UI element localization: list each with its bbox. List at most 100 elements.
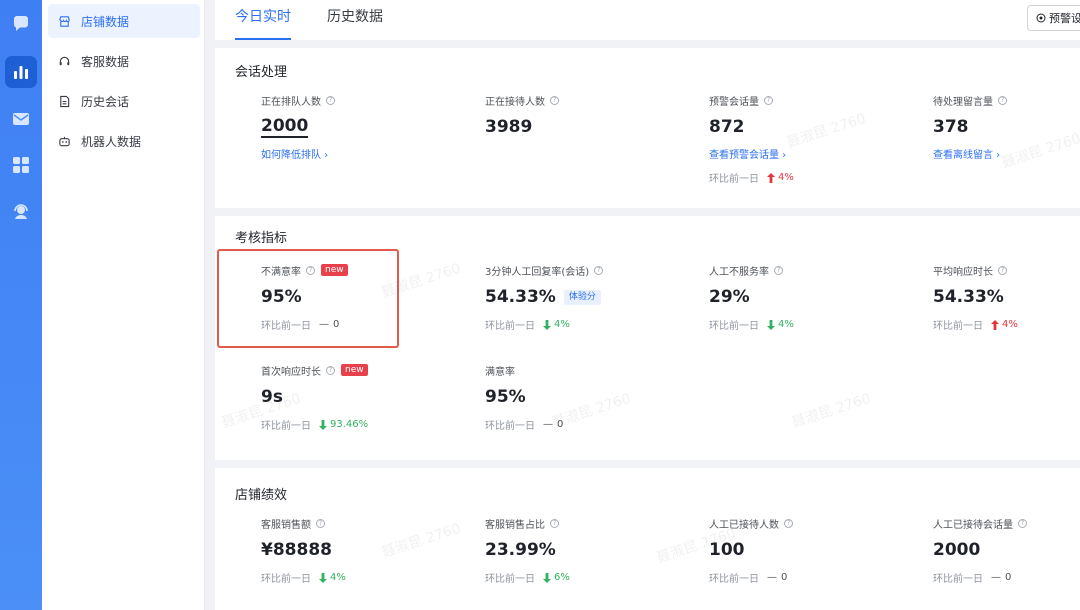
subnav-item-service-data[interactable]: 客服数据 (48, 44, 200, 78)
help-icon[interactable]: ? (326, 365, 335, 375)
metric-first-response-time: 首次响应时长? new 9s 环比前一日 93.46% (261, 363, 368, 432)
compare-label: 环比前一日 (485, 321, 535, 332)
metric-satisfaction-rate: 满意率 95% 环比前一日 — 0 (485, 363, 564, 433)
subnav-item-label: 历史会话 (81, 94, 130, 109)
highlight-annotation-box (217, 249, 399, 348)
metric-3min-reply-rate: 3分钟人工回复率(会话)? 54.33% 体验分 环比前一日 4% (485, 263, 604, 332)
mail-nav-button[interactable] (5, 103, 37, 135)
warning-settings-label: 预警设 (1049, 12, 1080, 25)
metric-value: 2000 (933, 540, 981, 560)
store-icon (59, 15, 70, 27)
metric-label: 首次响应时长 (261, 366, 321, 378)
metric-value: ¥88888 (261, 540, 332, 560)
headset-icon (59, 56, 70, 65)
metric-value[interactable]: 2000 (261, 116, 309, 138)
section-title: 店铺绩效 (235, 488, 288, 503)
tab-history-data[interactable]: 历史数据 (327, 0, 383, 40)
help-icon[interactable]: ? (1018, 518, 1027, 528)
view-offline-messages-link[interactable]: 查看离线留言 › (933, 146, 1007, 161)
flat-dash: — (543, 419, 553, 430)
help-icon[interactable]: ? (784, 518, 793, 528)
bar-chart-icon (14, 66, 28, 79)
arrow-down-icon (319, 572, 327, 583)
help-icon[interactable]: ? (764, 95, 773, 105)
compare-label: 环比前一日 (933, 574, 983, 585)
help-icon[interactable]: ? (326, 95, 335, 105)
metric-pending-messages: 待处理留言量? 378 查看离线留言 › (933, 93, 1007, 161)
metric-served-sessions: 人工已接待会话量? 2000 环比前一日 — 0 (933, 516, 1027, 585)
session-handling-card: 会话处理 正在排队人数? 2000 如何降低排队 › 正在接待人数? 3989 … (215, 48, 1080, 208)
metric-value: 378 (933, 117, 969, 137)
reduce-queue-link[interactable]: 如何降低排队 › (261, 146, 335, 161)
help-icon[interactable]: ? (774, 265, 783, 275)
help-icon[interactable]: ? (550, 95, 559, 105)
help-icon[interactable]: ? (998, 95, 1007, 105)
tab-today-realtime[interactable]: 今日实时 (235, 0, 291, 40)
help-icon[interactable]: ? (594, 265, 604, 275)
compare-label: 环比前一日 (709, 321, 759, 332)
help-icon[interactable]: ? (550, 518, 559, 528)
metric-value: 3989 (485, 117, 533, 137)
subnav-item-label: 店铺数据 (81, 14, 130, 29)
metric-label: 正在接待人数 (485, 96, 545, 108)
compare-label: 环比前一日 (261, 574, 311, 585)
metric-label: 3分钟人工回复率(会话) (485, 266, 590, 278)
warning-settings-button[interactable]: 预警设 (1027, 5, 1080, 31)
metric-serving-count: 正在接待人数? 3989 (485, 93, 559, 138)
headset-agent-icon (14, 204, 28, 219)
trend-value: 4% (778, 172, 794, 183)
target-icon (1036, 13, 1046, 23)
subnav-item-store-data[interactable]: 店铺数据 (48, 4, 200, 38)
metric-served-people: 人工已接待人数? 100 环比前一日 — 0 (709, 516, 793, 585)
data-nav-button[interactable] (5, 56, 37, 88)
robot-icon (59, 136, 70, 146)
subnav-item-history-sessions[interactable]: 历史会话 (48, 84, 200, 118)
subnav-item-robot-data[interactable]: 机器人数据 (48, 124, 200, 158)
flat-dash: — (991, 572, 1001, 583)
new-badge: new (341, 364, 368, 376)
flat-dash: — (767, 572, 777, 583)
metric-label: 人工已接待人数 (709, 519, 779, 531)
compare-label: 环比前一日 (709, 174, 759, 185)
metric-label: 人工已接待会话量 (933, 519, 1013, 531)
help-icon[interactable]: ? (316, 518, 325, 528)
metric-value: 23.99% (485, 540, 556, 560)
trend-value: 4% (1002, 319, 1018, 330)
chat-nav-button[interactable] (5, 8, 37, 40)
metric-warning-sessions: 预警会话量? 872 查看预警会话量 › 环比前一日 4% (709, 93, 794, 185)
store-performance-card: 店铺绩效 客服销售额? ¥88888 环比前一日 4% 客服销售占比? 23.9… (215, 468, 1080, 610)
metric-value: 54.33% (485, 287, 556, 307)
arrow-down-icon (319, 419, 327, 430)
tab-bar: 今日实时 历史数据 (215, 0, 1080, 40)
metric-value: 9s (261, 387, 283, 407)
metric-label: 客服销售占比 (485, 519, 545, 531)
section-title: 会话处理 (235, 65, 288, 80)
experience-score-tag: 体验分 (563, 289, 601, 305)
trend-value: 0 (557, 419, 564, 430)
metric-value: 100 (709, 540, 745, 560)
metric-value: 95% (485, 387, 526, 407)
metric-value: 872 (709, 117, 745, 137)
help-icon[interactable]: ? (998, 265, 1007, 275)
document-icon (60, 95, 70, 107)
metric-service-sales: 客服销售额? ¥88888 环比前一日 4% (261, 516, 346, 585)
metric-label: 待处理留言量 (933, 96, 993, 108)
trend-value: 0 (1005, 572, 1012, 583)
view-warning-sessions-link[interactable]: 查看预警会话量 › (709, 146, 794, 161)
mail-icon (13, 113, 29, 125)
metric-queue-count: 正在排队人数? 2000 如何降低排队 › (261, 93, 335, 161)
metric-avg-response-time: 平均响应时长? 54.33% 环比前一日 4% (933, 263, 1018, 332)
arrow-down-icon (543, 572, 551, 583)
arrow-up-icon (991, 319, 999, 330)
chat-bubble-icon (14, 16, 28, 31)
metric-label: 平均响应时长 (933, 266, 993, 278)
metric-label: 人工不服务率 (709, 266, 769, 278)
metric-label: 客服销售额 (261, 519, 311, 531)
compare-label: 环比前一日 (485, 574, 535, 585)
metric-value: 54.33% (933, 287, 1004, 307)
agent-nav-button[interactable] (5, 196, 37, 228)
sub-navigation: 店铺数据 客服数据 历史会话 机器人数据 (42, 0, 205, 610)
apps-nav-button[interactable] (5, 149, 37, 181)
subnav-item-label: 客服数据 (81, 54, 130, 69)
metric-label: 预警会话量 (709, 96, 759, 108)
